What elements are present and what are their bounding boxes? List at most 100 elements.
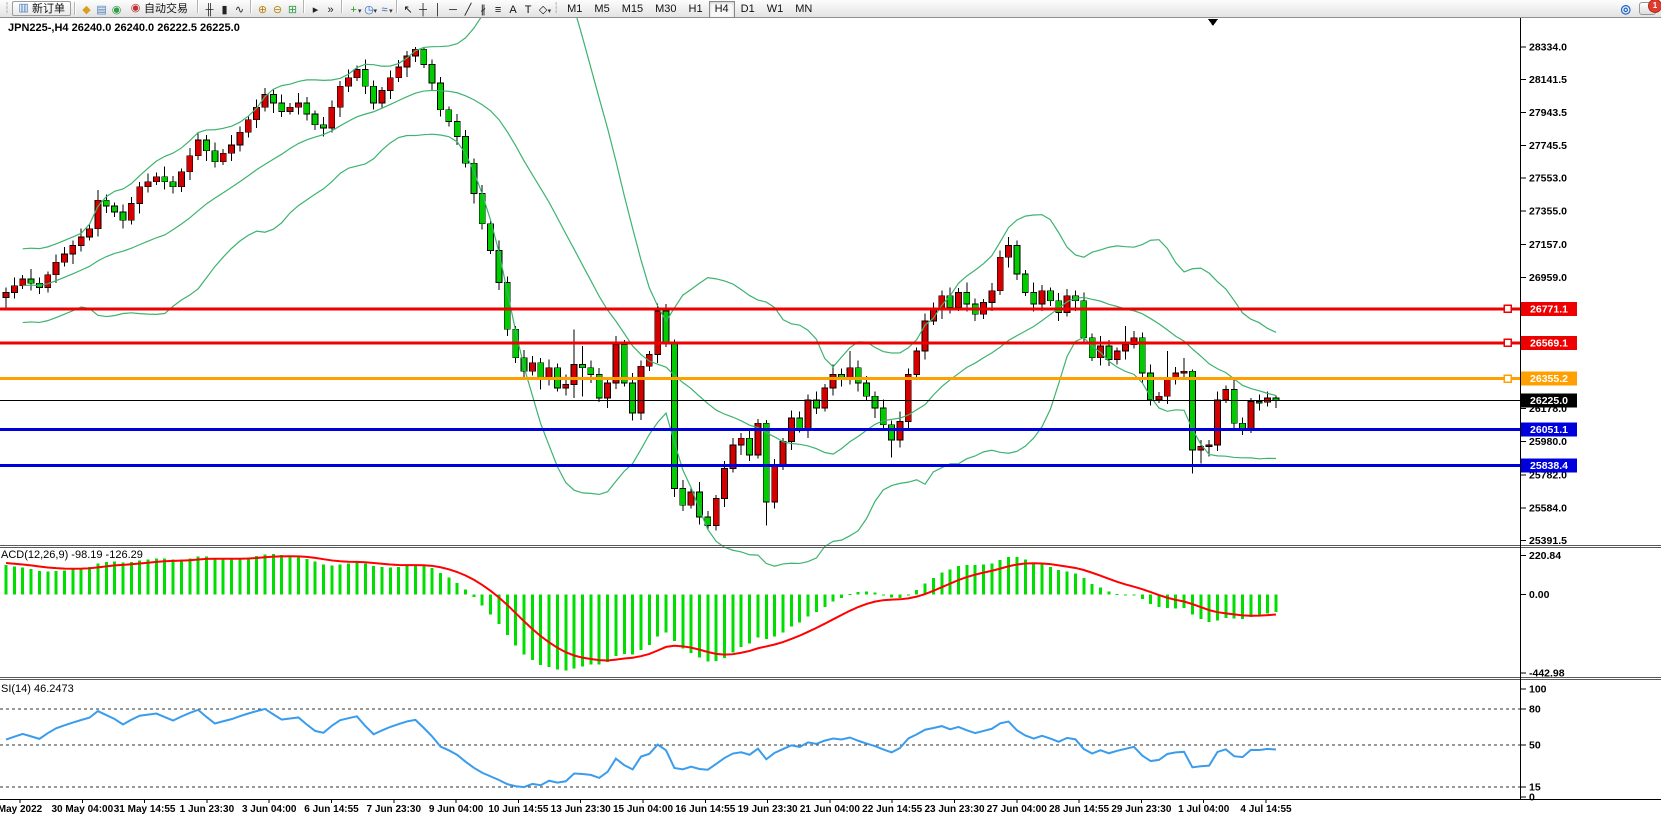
svg-text:27553.0: 27553.0 [1529,172,1567,184]
svg-text:0.00: 0.00 [1529,589,1550,601]
svg-text:25980.0: 25980.0 [1529,436,1567,448]
svg-text:26771.1: 26771.1 [1530,303,1568,315]
timeframe-mn-button[interactable]: MN [789,1,818,18]
toolbar-grip: ┆ [553,3,559,14]
mt4-window: ┆ ▥ 新订单 ◆▤◉ ◉ 自动交易 ╫▮∿⊕⊖⊞▸»+▾◷▾≈▾↖┼│─╱∦≡… [0,0,1661,815]
fibonacci-icon[interactable]: ≡ [491,3,506,18]
toolbar-right-cluster: ◎ 1 [1621,1,1656,16]
svg-text:26051.1: 26051.1 [1530,424,1568,436]
crosshair-icon[interactable]: ┼ [416,3,431,18]
signals-icon[interactable]: ◉ [109,3,124,18]
toolbar-grip: ┆ [4,3,10,14]
timeframe-m30-button[interactable]: M30 [649,1,682,18]
timeframe-m1-button[interactable]: M1 [561,1,588,18]
search-icon[interactable]: ◎ [1621,2,1631,16]
horizontal-line-icon[interactable]: ─ [446,3,461,18]
svg-text:25584.0: 25584.0 [1529,502,1567,514]
svg-text:29 Jun 23:30: 29 Jun 23:30 [1111,804,1171,815]
svg-text:26355.2: 26355.2 [1530,373,1568,385]
svg-text:31 May 14:55: 31 May 14:55 [114,804,176,815]
svg-text:16 Jun 14:55: 16 Jun 14:55 [675,804,735,815]
channel-icon[interactable]: ∦ [476,3,491,18]
svg-text:0: 0 [1529,792,1535,804]
timeframe-w1-button[interactable]: W1 [761,1,790,18]
svg-text:1 Jul 04:00: 1 Jul 04:00 [1178,804,1230,815]
zoom-in-icon[interactable]: ⊕ [255,3,270,18]
time-axis: May 2022 30 May 04:0031 May 14:55 1 Jun 23… [0,799,1292,815]
new-order-label: 新订单 [32,2,65,16]
new-order-button[interactable]: ▥ 新订单 [12,1,71,16]
svg-text:9 Jun 04:00: 9 Jun 04:00 [429,804,484,815]
svg-text:4 Jul 14:55: 4 Jul 14:55 [1240,804,1292,815]
svg-text:28334.0: 28334.0 [1529,42,1567,54]
svg-text:15 Jun 04:00: 15 Jun 04:00 [613,804,673,815]
svg-text:27943.5: 27943.5 [1529,107,1567,119]
bar-chart-icon[interactable]: ╫ [202,3,217,18]
svg-text:26569.1: 26569.1 [1530,337,1568,349]
timeframe-m15-button[interactable]: M15 [616,1,649,18]
svg-text:22 Jun 14:55: 22 Jun 14:55 [862,804,922,815]
svg-text:1 Jun 23:30: 1 Jun 23:30 [180,804,235,815]
svg-text:10 Jun 14:55: 10 Jun 14:55 [488,804,548,815]
svg-text:21 Jun 04:00: 21 Jun 04:00 [800,804,860,815]
text-icon[interactable]: A [506,3,521,18]
svg-text:25838.4: 25838.4 [1530,460,1568,472]
svg-text:6 Jun 14:55: 6 Jun 14:55 [304,804,359,815]
toolbar-groups: ╫▮∿⊕⊖⊞▸»+▾◷▾≈▾↖┼│─╱∦≡AT◇▾ [194,0,551,18]
zoom-out-icon[interactable]: ⊖ [270,3,285,18]
svg-text:220.84: 220.84 [1529,550,1561,562]
timeframe-m5-button[interactable]: M5 [588,1,615,18]
svg-text:13 Jun 23:30: 13 Jun 23:30 [551,804,611,815]
timeframe-h4-button[interactable]: H4 [709,1,735,18]
auto-trading-button[interactable]: ◉ 自动交易 [124,1,194,16]
market-watch-icon[interactable]: ▤ [94,3,109,18]
svg-text:28 Jun 14:55: 28 Jun 14:55 [1049,804,1109,815]
svg-text:26959.0: 26959.0 [1529,272,1567,284]
new-order-icon: ▥ [18,1,29,16]
svg-text:100: 100 [1529,684,1547,696]
svg-text:27745.5: 27745.5 [1529,140,1567,152]
timeframe-h1-button[interactable]: H1 [683,1,709,18]
expert-advisors-icon[interactable]: ◆ [79,3,94,18]
toolbar-group-general: ◆▤◉ [79,0,124,18]
toolbar-separator [74,2,76,15]
svg-text:80: 80 [1529,704,1541,716]
svg-text:25391.5: 25391.5 [1529,535,1567,547]
svg-text:27355.0: 27355.0 [1529,206,1567,218]
trendline-icon[interactable]: ╱ [461,3,476,18]
cursor-icon[interactable]: ↖ [401,3,416,18]
svg-text:23 Jun 23:30: 23 Jun 23:30 [924,804,984,815]
main-toolbar: ┆ ▥ 新订单 ◆▤◉ ◉ 自动交易 ╫▮∿⊕⊖⊞▸»+▾◷▾≈▾↖┼│─╱∦≡… [0,0,1661,18]
line-chart-icon[interactable]: ∿ [232,3,247,18]
auto-trading-label: 自动交易 [144,2,188,16]
auto-scroll-icon[interactable]: ▸ [308,3,323,18]
notifications-icon[interactable]: 1 [1639,2,1656,15]
timeframe-toolbar: M1M5M15M30H1H4D1W1MN [561,0,818,18]
shapes-icon-dropdown[interactable]: ▾ [548,8,552,15]
candlestick-chart-icon[interactable]: ▮ [217,3,232,18]
svg-text:50: 50 [1529,740,1541,752]
timeframe-d1-button[interactable]: D1 [735,1,761,18]
svg-text:19 Jun 23:30: 19 Jun 23:30 [738,804,798,815]
svg-text:May 2022: May 2022 [0,804,43,815]
toolbar-separator [303,0,305,13]
chart-shift-icon[interactable]: » [323,3,338,18]
toolbar-separator [341,0,343,13]
svg-text:27 Jun 04:00: 27 Jun 04:00 [987,804,1047,815]
notification-badge: 1 [1648,0,1661,13]
svg-text:-442.98: -442.98 [1529,668,1565,680]
toolbar-separator [197,0,199,13]
svg-text:30 May 04:00: 30 May 04:00 [51,804,113,815]
chart-canvas[interactable]: 28334.0 28141.5 27943.5 27745.5 27553.0 27355… [0,0,1661,815]
toolbar-separator [396,0,398,13]
svg-text:7 Jun 23:30: 7 Jun 23:30 [367,804,422,815]
vertical-line-icon[interactable]: │ [431,3,446,18]
svg-text:26225.0: 26225.0 [1530,395,1568,407]
auto-trading-icon: ◉ [130,1,141,16]
label-icon[interactable]: T [521,3,536,18]
template-icon-dropdown[interactable]: ▾ [389,8,393,15]
tile-windows-icon[interactable]: ⊞ [285,3,300,18]
svg-text:27157.0: 27157.0 [1529,239,1567,251]
svg-text:28141.5: 28141.5 [1529,74,1567,86]
toolbar-separator [250,0,252,13]
